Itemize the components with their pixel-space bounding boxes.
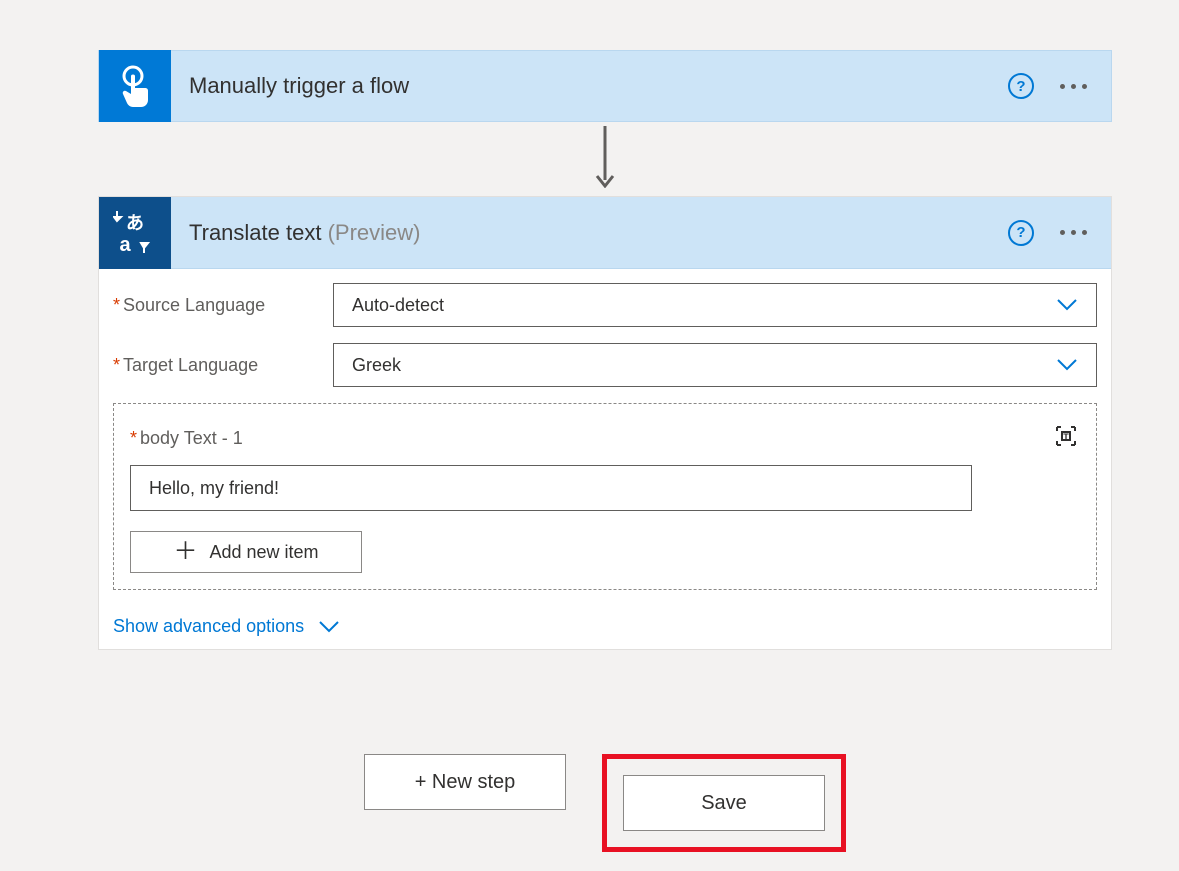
save-button[interactable]: Save <box>623 775 825 831</box>
source-language-label-text: Source Language <box>123 295 265 315</box>
chevron-down-icon <box>1056 358 1078 372</box>
target-language-value: Greek <box>352 355 401 376</box>
show-advanced-options-label: Show advanced options <box>113 616 304 637</box>
svg-text:a: a <box>119 234 131 255</box>
action-title-preview: (Preview) <box>328 220 421 245</box>
chevron-down-icon <box>318 620 340 634</box>
body-label-row: *body Text - 1 T <box>130 422 1080 455</box>
save-highlight-box: Save <box>602 754 846 852</box>
new-step-button[interactable]: + New step <box>364 754 566 810</box>
source-language-select[interactable]: Auto-detect <box>333 283 1097 327</box>
source-language-value: Auto-detect <box>352 295 444 316</box>
trigger-actions: ? <box>1008 73 1111 99</box>
plus-icon: ＋ <box>173 540 197 564</box>
target-language-label: *Target Language <box>113 355 333 376</box>
trigger-title: Manually trigger a flow <box>171 73 1008 99</box>
translate-icon: あ a <box>113 211 157 255</box>
body-label-text: body Text - 1 <box>140 428 243 448</box>
add-new-item-label: Add new item <box>209 542 318 563</box>
trigger-card[interactable]: Manually trigger a flow ? <box>98 50 1112 122</box>
arrow-down-icon <box>593 126 617 188</box>
trigger-icon-cell <box>99 50 171 122</box>
svg-text:T: T <box>1063 432 1069 442</box>
action-title-text: Translate text <box>189 220 328 245</box>
source-language-label: *Source Language <box>113 295 333 316</box>
target-language-label-text: Target Language <box>123 355 258 375</box>
touch-pointer-icon <box>115 64 155 108</box>
body-section: *body Text - 1 T ＋ Add new item <box>113 403 1097 590</box>
source-language-row: *Source Language Auto-detect <box>113 283 1097 327</box>
required-asterisk: * <box>130 428 137 448</box>
required-asterisk: * <box>113 295 120 315</box>
more-menu-icon[interactable] <box>1058 224 1089 241</box>
target-language-row: *Target Language Greek <box>113 343 1097 387</box>
svg-text:あ: あ <box>126 213 144 233</box>
target-language-select[interactable]: Greek <box>333 343 1097 387</box>
flow-connector <box>98 122 1112 196</box>
action-card: あ a Translate text (Preview) ? *Sou <box>98 196 1112 650</box>
action-header[interactable]: あ a Translate text (Preview) ? <box>99 197 1111 269</box>
action-title: Translate text (Preview) <box>171 220 1008 246</box>
show-advanced-options[interactable]: Show advanced options <box>113 616 1097 637</box>
help-icon[interactable]: ? <box>1008 73 1034 99</box>
add-new-item-button[interactable]: ＋ Add new item <box>130 531 362 573</box>
footer-actions: + New step Save <box>98 754 1112 852</box>
action-actions: ? <box>1008 220 1111 246</box>
help-icon[interactable]: ? <box>1008 220 1034 246</box>
more-menu-icon[interactable] <box>1058 78 1089 95</box>
action-icon-cell: あ a <box>99 197 171 269</box>
body-label: *body Text - 1 <box>130 428 243 449</box>
token-picker-icon[interactable]: T <box>1052 422 1080 455</box>
action-body: *Source Language Auto-detect *Target Lan… <box>99 269 1111 649</box>
required-asterisk: * <box>113 355 120 375</box>
body-text-input[interactable] <box>130 465 972 511</box>
chevron-down-icon <box>1056 298 1078 312</box>
